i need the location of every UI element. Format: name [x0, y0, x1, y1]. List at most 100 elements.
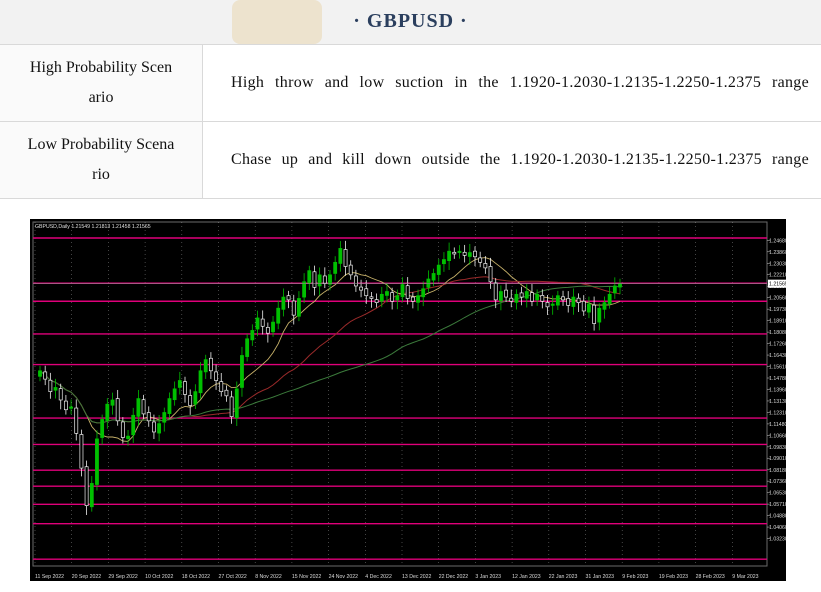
- x-tick-label: 31 Jan 2023: [586, 574, 615, 580]
- candle-body: [390, 292, 395, 302]
- x-tick-label: 9 Feb 2023: [622, 574, 648, 580]
- scenario-table: High Probability Scen ario High throw and…: [0, 44, 821, 199]
- candle-body: [234, 388, 239, 419]
- y-tick-label: 1.12310: [769, 410, 786, 416]
- candle-body: [260, 318, 265, 327]
- candle-body: [607, 293, 612, 305]
- candle-body: [488, 266, 493, 283]
- candle-body: [188, 395, 193, 406]
- candle-body: [462, 251, 467, 256]
- table-row: Low Probability Scena rio Chase up and ki…: [0, 121, 821, 199]
- y-tick-label: 1.18080: [769, 330, 786, 336]
- candle-body: [359, 286, 363, 291]
- x-tick-label: 15 Nov 2022: [292, 574, 322, 580]
- y-tick-label: 1.20560: [769, 296, 786, 302]
- candle-body: [224, 389, 229, 397]
- candle-body: [343, 249, 348, 267]
- candle-body: [48, 379, 53, 392]
- table-row: High Probability Scen ario High throw and…: [0, 44, 821, 122]
- x-tick-label: 19 Feb 2023: [659, 574, 688, 580]
- y-tick-label: 1.08180: [769, 468, 786, 474]
- candle-body: [353, 275, 358, 287]
- candle-body: [126, 435, 130, 439]
- candle-body: [581, 300, 586, 312]
- y-tick-label: 1.03230: [769, 537, 786, 543]
- x-tick-label: 20 Sep 2022: [72, 574, 102, 580]
- y-tick-label: 1.23860: [769, 250, 786, 256]
- y-tick-label: 1.24680: [769, 238, 786, 244]
- candle-body: [74, 407, 79, 434]
- candle-body: [265, 327, 270, 334]
- candle-body: [240, 355, 244, 388]
- candle-body: [400, 284, 405, 298]
- x-tick-label: 9 Mar 2023: [732, 574, 758, 580]
- y-tick-label: 1.06530: [769, 491, 786, 497]
- candle-body: [410, 296, 415, 302]
- candle-body: [281, 296, 286, 310]
- candle-body: [442, 259, 446, 265]
- x-tick-label: 28 Feb 2023: [696, 574, 725, 580]
- candle-body: [379, 293, 384, 302]
- y-tick-label: 1.23030: [769, 261, 786, 267]
- x-tick-label: 27 Oct 2022: [219, 574, 247, 580]
- candle-body: [519, 292, 524, 298]
- candle-body: [322, 275, 327, 284]
- candle-body: [208, 357, 213, 372]
- candle-body: [183, 381, 187, 395]
- candle-body: [255, 317, 260, 330]
- y-tick-label: 1.05710: [769, 502, 786, 508]
- candle-body: [338, 248, 343, 264]
- y-tick-label: 1.14780: [769, 376, 786, 382]
- candle-body: [348, 264, 353, 276]
- candle-body: [177, 380, 182, 388]
- candle-body: [307, 270, 312, 284]
- candle-body: [110, 399, 115, 406]
- candle-body: [250, 330, 255, 341]
- candle-body: [426, 278, 431, 288]
- candle-body: [271, 321, 275, 333]
- candle-body: [167, 398, 172, 414]
- current-price-label: 1.21565: [769, 282, 786, 288]
- candle-body: [141, 399, 146, 415]
- chart-title: GBPUSD,Daily 1.21549 1.21813 1.21458 1.2…: [35, 224, 151, 230]
- candle-body: [312, 271, 317, 288]
- candle-body: [436, 264, 441, 275]
- y-tick-label: 1.09010: [769, 456, 786, 462]
- candle-body: [514, 293, 519, 303]
- y-tick-label: 1.11480: [769, 422, 786, 428]
- candle-body: [550, 303, 555, 306]
- candle-body: [467, 252, 472, 257]
- candle-body: [214, 371, 218, 381]
- candle-body: [561, 296, 565, 301]
- candle-body: [597, 307, 602, 323]
- candle-body: [509, 297, 514, 302]
- scenario-label-low: Low Probability Scena rio: [0, 121, 203, 199]
- candle-body: [79, 434, 84, 469]
- candle-body: [69, 406, 73, 409]
- candle-body: [58, 388, 63, 401]
- x-tick-label: 3 Jan 2023: [475, 574, 501, 580]
- candle-body: [385, 291, 389, 296]
- candle-body: [245, 338, 250, 357]
- candle-body: [89, 483, 94, 508]
- candle-body: [431, 273, 436, 281]
- candle-body: [416, 295, 420, 303]
- candle-body: [317, 274, 322, 287]
- candle-body: [100, 419, 105, 438]
- x-tick-label: 4 Dec 2022: [365, 574, 392, 580]
- x-tick-label: 29 Sep 2022: [108, 574, 138, 580]
- scenario-text-low: Chase up and kill down outside the 1.192…: [202, 121, 821, 199]
- x-tick-label: 24 Nov 2022: [329, 574, 359, 580]
- candle-body: [504, 289, 508, 298]
- candle-body: [152, 421, 156, 433]
- x-tick-label: 10 Oct 2022: [145, 574, 173, 580]
- candle-body: [203, 359, 208, 373]
- x-tick-label: 18 Oct 2022: [182, 574, 210, 580]
- candle-body: [84, 466, 89, 507]
- candle-body: [157, 423, 162, 434]
- candle-body: [276, 307, 281, 324]
- candle-body: [493, 282, 498, 301]
- scenario-label-high: High Probability Scen ario: [0, 44, 203, 122]
- candle-body: [333, 261, 338, 274]
- y-tick-label: 1.16430: [769, 353, 786, 359]
